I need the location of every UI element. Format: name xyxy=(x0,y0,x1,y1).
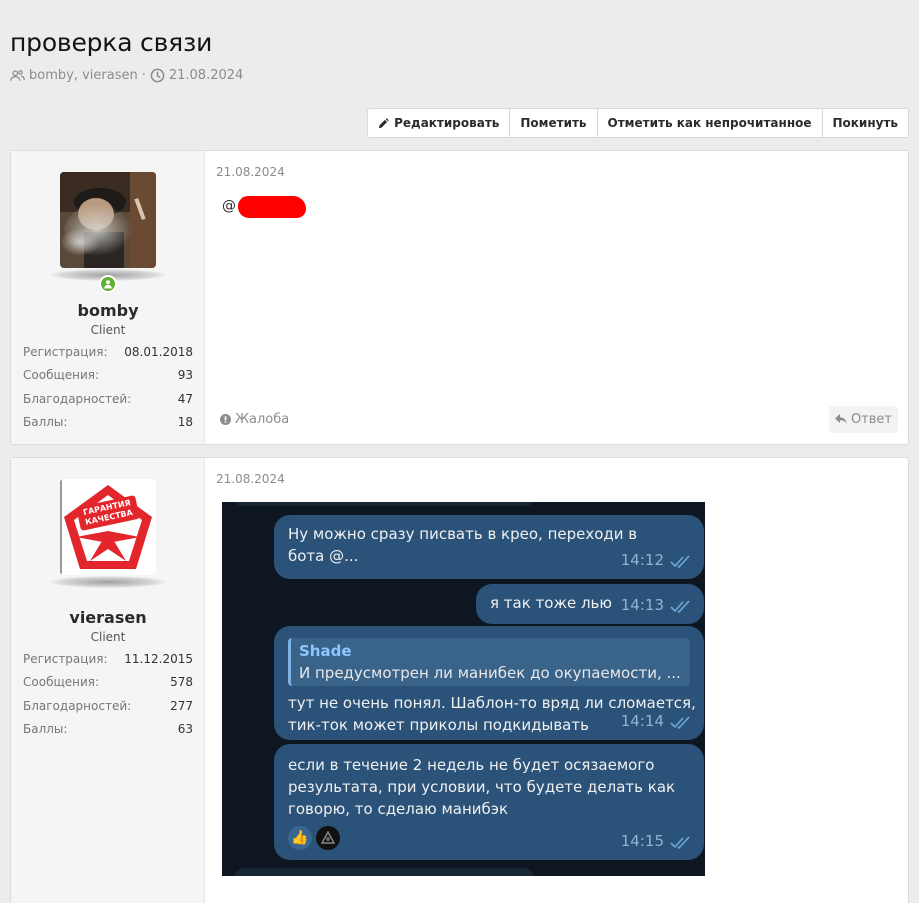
message-post: bomby Client Регистрация: 08.01.2018 Сооб… xyxy=(10,150,909,445)
double-check-icon xyxy=(670,836,690,850)
thread-date: 21.08.2024 xyxy=(168,68,244,83)
alert-icon xyxy=(220,413,231,425)
quoted-reply: Shade И предусмотрен ли манибек до окупа… xyxy=(288,638,690,686)
user-panel: ГАРАНТИЯ КАЧЕСТВА vierasen Client Регист… xyxy=(11,458,205,903)
partial-message xyxy=(234,868,534,876)
mention-prefix: @ xyxy=(222,198,236,214)
stat-row: Регистрация: 08.01.2018 xyxy=(23,345,193,359)
stat-row: Баллы: 63 xyxy=(23,721,193,736)
stat-row: Благодарностей: 277 xyxy=(23,698,193,713)
double-check-icon xyxy=(670,555,690,569)
user-panel: bomby Client Регистрация: 08.01.2018 Сооб… xyxy=(11,151,205,444)
user-title: Client xyxy=(90,323,126,337)
avatar-shadow xyxy=(49,576,167,588)
edit-button[interactable]: Редактировать xyxy=(368,109,509,137)
double-check-icon xyxy=(670,716,690,730)
report-link[interactable]: Жалоба xyxy=(220,412,289,427)
meta-separator: · xyxy=(141,68,146,83)
username[interactable]: vierasen xyxy=(11,608,205,627)
clock-icon xyxy=(150,68,165,83)
chat-message: Shade И предусмотрен ли манибек до окупа… xyxy=(274,626,704,740)
avatar[interactable] xyxy=(60,172,156,268)
thumbs-up-icon[interactable]: 👍 xyxy=(288,826,312,850)
user-title: Client xyxy=(90,630,126,644)
leave-button[interactable]: Покинуть xyxy=(821,109,909,137)
mark-button[interactable]: Пометить xyxy=(509,109,596,137)
quote-author: Shade xyxy=(299,642,352,660)
user-stats: Регистрация: 11.12.2015 Сообщения: 578 Бла… xyxy=(23,652,193,745)
pencil-icon xyxy=(378,117,389,128)
stat-row: Сообщения: 578 xyxy=(23,675,193,690)
quote-text: И предусмотрен ли манибек до окупаемости… xyxy=(299,664,681,682)
stat-row: Благодарностей: 47 xyxy=(23,391,193,406)
reactor-avatar xyxy=(316,826,340,850)
thread-participants[interactable]: bomby, vierasen xyxy=(29,68,138,83)
post-content: 21.08.2024 @ Жалоба Ответ xyxy=(216,151,898,444)
thread-toolbar: Редактировать Пометить Отметить как непр… xyxy=(367,108,909,138)
username[interactable]: bomby xyxy=(11,301,205,320)
chat-message: я так тоже лью 14:13 xyxy=(476,584,704,624)
post-footer: Жалоба Ответ xyxy=(216,404,898,434)
stat-row: Сообщения: 93 xyxy=(23,368,193,383)
user-stats: Регистрация: 08.01.2018 Сообщения: 93 Благ… xyxy=(23,345,193,438)
partial-message xyxy=(234,502,534,506)
chat-screenshot[interactable]: Ну можно сразу писвать в крео, переходи … xyxy=(222,502,705,876)
message-post: ГАРАНТИЯ КАЧЕСТВА vierasen Client Регист… xyxy=(10,457,909,903)
chat-message: Ну можно сразу писвать в крео, переходи … xyxy=(274,515,704,579)
reply-icon xyxy=(834,414,847,424)
online-status-icon xyxy=(99,275,117,293)
double-check-icon xyxy=(670,600,690,614)
avatar[interactable]: ГАРАНТИЯ КАЧЕСТВА xyxy=(60,479,156,575)
reply-button[interactable]: Ответ xyxy=(828,405,898,433)
thread-title: проверка связи xyxy=(10,28,213,57)
stat-row: Регистрация: 11.12.2015 xyxy=(23,652,193,666)
post-date[interactable]: 21.08.2024 xyxy=(216,472,285,486)
post-date[interactable]: 21.08.2024 xyxy=(216,165,285,179)
thread-meta: bomby, vierasen · 21.08.2024 xyxy=(10,68,243,83)
redacted-mention xyxy=(238,196,306,218)
stat-row: Баллы: 18 xyxy=(23,414,193,429)
users-icon xyxy=(10,70,25,81)
chat-message: если в течение 2 недель не будет осязаем… xyxy=(274,744,704,860)
mark-unread-button[interactable]: Отметить как непрочитанное xyxy=(596,109,822,137)
